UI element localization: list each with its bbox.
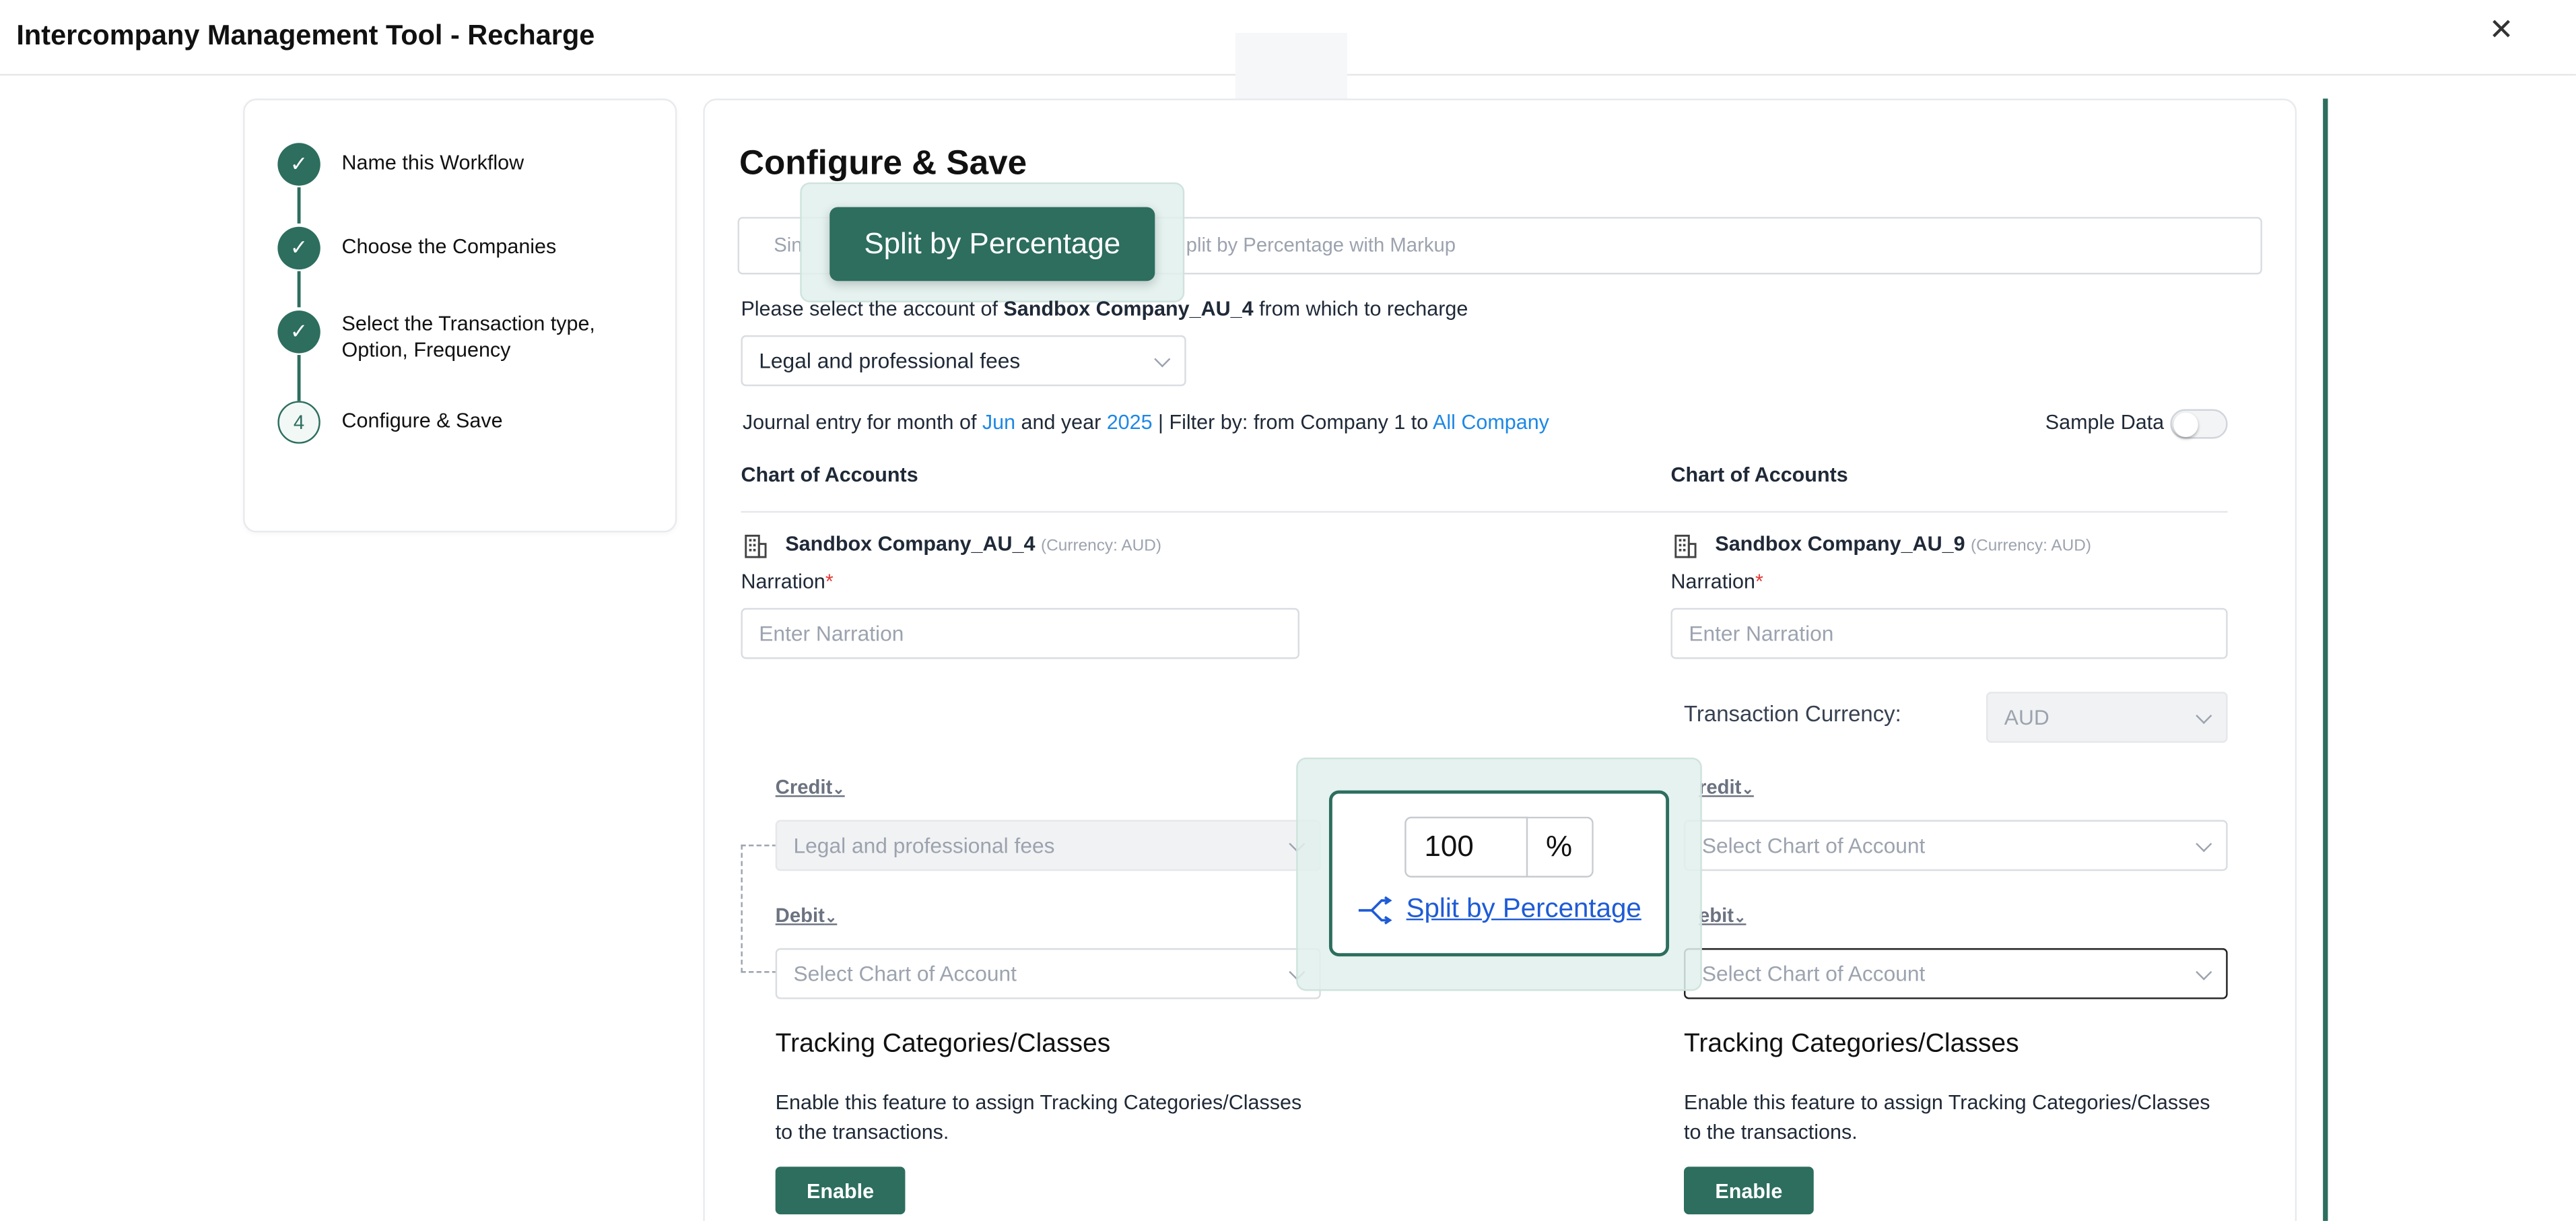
- right-tracking-desc-line: Enable this feature to assign Tracking C…: [1684, 1091, 2210, 1115]
- debit-label: Debit: [775, 904, 825, 927]
- debit-label: ebit: [1698, 904, 1734, 927]
- right-debit-select[interactable]: Select Chart of Account: [1684, 948, 2228, 999]
- left-company: Sandbox Company_AU_4 (Currency: AUD): [785, 533, 1161, 556]
- section-divider: [741, 510, 2228, 513]
- credit-label: Credit: [775, 775, 833, 799]
- right-debit-placeholder: Select Chart of Account: [1701, 961, 1926, 986]
- recharge-account-value: Legal and professional fees: [759, 348, 1021, 373]
- left-company-currency: (Currency: AUD): [1041, 537, 1162, 556]
- narration-label-text: Narration: [1670, 570, 1755, 593]
- right-enable-button[interactable]: Enable: [1684, 1166, 1814, 1215]
- left-narration-label: Narration*: [741, 570, 833, 593]
- chevron-down-icon: ⌄: [832, 781, 845, 797]
- close-icon[interactable]: ✕: [2489, 13, 2514, 48]
- split-by-percentage-link[interactable]: Split by Percentage: [1406, 894, 1641, 925]
- chevron-down-icon: [2196, 706, 2212, 723]
- check-icon: ✓: [277, 310, 320, 354]
- check-icon: ✓: [277, 143, 320, 186]
- link-connector: [741, 845, 778, 973]
- filter-company-link[interactable]: All Company: [1433, 411, 1549, 434]
- journal-prefix: Journal entry for month of: [742, 411, 982, 434]
- left-enable-button[interactable]: Enable: [775, 1166, 906, 1215]
- check-icon: ✓: [277, 226, 320, 270]
- right-company-currency: (Currency: AUD): [1971, 537, 2092, 556]
- step-number-badge: 4: [277, 401, 320, 444]
- step-label-line: Option, Frequency: [341, 338, 511, 362]
- transaction-currency-value: AUD: [2004, 704, 2049, 730]
- tab-split-by-percentage[interactable]: Split by Percentage: [829, 207, 1155, 282]
- left-debit-placeholder: Select Chart of Account: [793, 961, 1017, 986]
- journal-mid: and year: [1015, 411, 1107, 434]
- sample-data-toggle[interactable]: [2170, 409, 2228, 439]
- left-tracking-desc-line: to the transactions.: [775, 1121, 949, 1144]
- transaction-currency-label: Transaction Currency:: [1684, 701, 1901, 727]
- step-configure-save[interactable]: Configure & Save: [342, 407, 503, 434]
- left-narration-input[interactable]: Enter Narration: [741, 607, 1300, 659]
- right-company-name: Sandbox Company_AU_9: [1715, 532, 1965, 556]
- right-credit-select[interactable]: Select Chart of Account: [1684, 820, 2228, 871]
- right-tracking-desc-line: to the transactions.: [1684, 1121, 1858, 1144]
- tab-split-with-markup[interactable]: plit by Percentage with Markup: [1186, 233, 1456, 256]
- left-credit-value: Legal and professional fees: [793, 833, 1055, 858]
- right-company: Sandbox Company_AU_9 (Currency: AUD): [1715, 533, 2091, 556]
- page-title: Configure & Save: [739, 144, 1027, 183]
- right-credit-placeholder: Select Chart of Account: [1701, 833, 1926, 858]
- split-icon: [1358, 896, 1392, 925]
- chevron-down-icon: ⌄: [1741, 781, 1754, 797]
- chevron-down-icon: [2196, 834, 2212, 852]
- tab-single[interactable]: Sin: [774, 233, 802, 256]
- recharge-modal: Intercompany Management Tool - Recharge …: [0, 0, 2576, 1221]
- journal-year-link[interactable]: 2025: [1107, 411, 1153, 434]
- left-company-name: Sandbox Company_AU_4: [785, 532, 1036, 556]
- coa-heading-left: Chart of Accounts: [741, 463, 918, 487]
- app-title: Intercompany Management Tool - Recharge: [16, 20, 595, 51]
- step-label-line: Select the Transaction type,: [341, 312, 595, 335]
- percent-sign: %: [1526, 816, 1594, 878]
- left-credit-select[interactable]: Legal and professional fees: [775, 820, 1321, 871]
- account-prompt-suffix: from which to recharge: [1253, 297, 1468, 321]
- building-icon: [1674, 534, 1697, 558]
- narration-label-text: Narration: [741, 570, 825, 593]
- chevron-down-icon: ⌄: [824, 909, 838, 925]
- required-marker: *: [825, 570, 834, 593]
- journal-filter: | Filter by: from Company 1 to: [1152, 411, 1433, 434]
- required-marker: *: [1755, 570, 1763, 593]
- coa-heading-right: Chart of Accounts: [1670, 463, 1848, 487]
- recharge-account-select[interactable]: Legal and professional fees: [741, 335, 1186, 387]
- account-prompt: Please select the account of Sandbox Com…: [741, 298, 1468, 321]
- chevron-down-icon: ⌄: [1734, 909, 1747, 925]
- right-tracking-heading: Tracking Categories/Classes: [1684, 1030, 2019, 1059]
- building-icon: [745, 534, 767, 558]
- right-credit-dropdown[interactable]: redit⌄: [1699, 776, 1754, 799]
- right-narration-input[interactable]: Enter Narration: [1670, 607, 2228, 659]
- step-transaction-type[interactable]: Select the Transaction type, Option, Fre…: [342, 310, 595, 363]
- percentage-input[interactable]: 100: [1404, 816, 1528, 878]
- toggle-knob: [2173, 412, 2198, 438]
- left-debit-select[interactable]: Select Chart of Account: [775, 948, 1321, 999]
- scroll-indicator[interactable]: [2323, 98, 2328, 1221]
- left-tracking-heading: Tracking Categories/Classes: [775, 1030, 1111, 1059]
- step-connector: [297, 187, 300, 224]
- journal-entry-info: Journal entry for month of Jun and year …: [743, 411, 1549, 434]
- journal-month-link[interactable]: Jun: [982, 411, 1015, 434]
- account-prompt-prefix: Please select the account of: [741, 297, 1004, 321]
- step-connector: [297, 355, 300, 401]
- account-prompt-company: Sandbox Company_AU_4: [1003, 297, 1254, 321]
- step-name-workflow[interactable]: Name this Workflow: [342, 150, 524, 176]
- left-debit-dropdown[interactable]: Debit⌄: [776, 904, 838, 927]
- right-debit-dropdown[interactable]: ebit⌄: [1699, 904, 1746, 927]
- chevron-down-icon: [1154, 350, 1171, 367]
- left-tracking-desc-line: Enable this feature to assign Tracking C…: [775, 1091, 1302, 1115]
- credit-label: redit: [1698, 775, 1742, 799]
- chevron-down-icon: [2196, 963, 2212, 980]
- sample-data-label: Sample Data: [2045, 411, 2165, 434]
- left-credit-dropdown[interactable]: Credit⌄: [776, 776, 845, 799]
- step-choose-companies[interactable]: Choose the Companies: [342, 233, 557, 259]
- right-narration-label: Narration*: [1670, 570, 1763, 593]
- transaction-currency-select[interactable]: AUD: [1986, 692, 2228, 743]
- step-connector: [297, 271, 300, 308]
